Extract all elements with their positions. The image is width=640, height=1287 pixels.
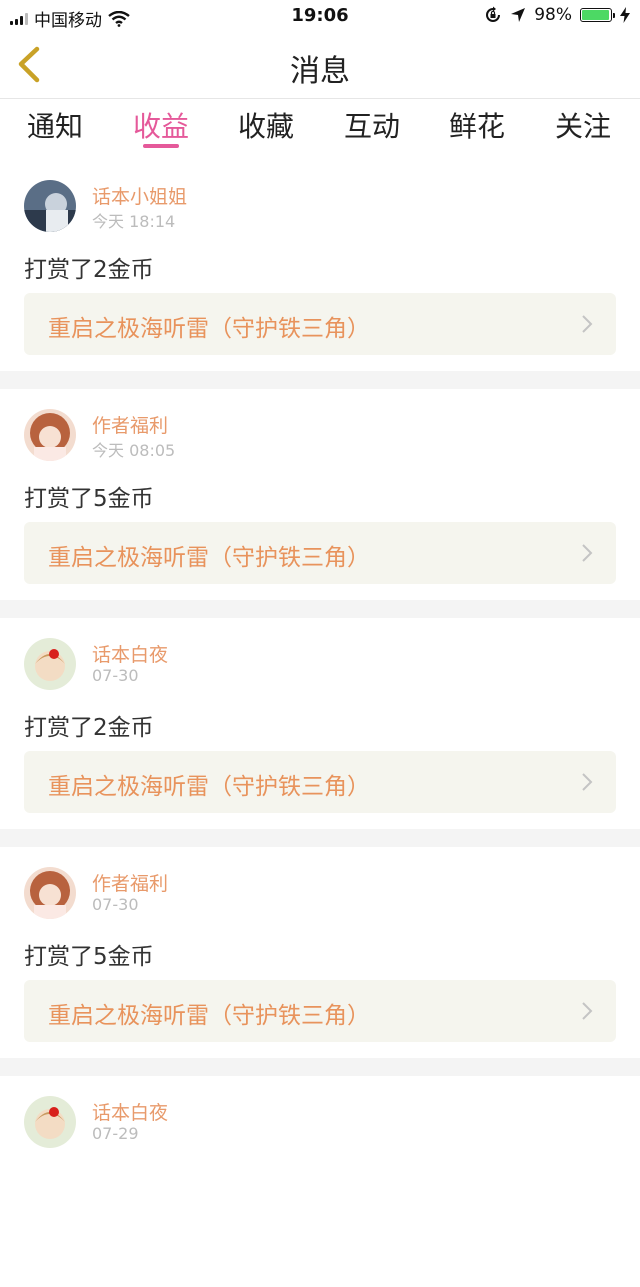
avatar[interactable] (24, 1096, 76, 1148)
message-text: 打赏了2金币 (24, 257, 154, 283)
message-text: 打赏了5金币 (24, 486, 154, 512)
location-icon (511, 8, 526, 22)
tab-bar: 通知 收益 收藏 互动 鲜花 关注 (0, 99, 640, 157)
avatar[interactable] (24, 867, 76, 919)
book-link-title: 重启之极海听雷（守护铁三角） (48, 1003, 370, 1029)
tab-interactions[interactable]: 互动 (344, 105, 400, 145)
sender-name[interactable]: 话本白夜 (92, 640, 168, 667)
book-link-title: 重启之极海听雷（守护铁三角） (48, 545, 370, 571)
book-link[interactable]: 重启之极海听雷（守护铁三角） (24, 751, 616, 813)
charging-icon (620, 7, 630, 23)
book-link-title: 重启之极海听雷（守护铁三角） (48, 316, 370, 342)
message-time: 今天 08:05 (92, 441, 176, 460)
status-right: 98% (484, 5, 630, 25)
message-time: 07-30 (92, 895, 139, 914)
message-item: 话本小姐姐 今天 18:14 打赏了2金币 重启之极海听雷（守护铁三角） (0, 160, 640, 371)
message-item: 作者福利 今天 08:05 打赏了5金币 重启之极海听雷（守护铁三角） (0, 389, 640, 600)
chevron-right-icon (582, 544, 593, 562)
active-tab-indicator (143, 144, 179, 148)
message-text: 打赏了2金币 (24, 715, 154, 741)
divider (0, 600, 640, 618)
tab-notifications[interactable]: 通知 (27, 105, 83, 145)
tab-favorites[interactable]: 收藏 (238, 105, 294, 145)
page-title: 消息 (290, 54, 350, 89)
book-link[interactable]: 重启之极海听雷（守护铁三角） (24, 980, 616, 1042)
message-item: 话本白夜 07-30 打赏了2金币 重启之极海听雷（守护铁三角） (0, 618, 640, 829)
divider (0, 371, 640, 389)
tab-earnings[interactable]: 收益 (133, 105, 189, 145)
sender-name[interactable]: 作者福利 (92, 869, 168, 896)
avatar[interactable] (24, 409, 76, 461)
battery-icon (580, 8, 615, 22)
book-link[interactable]: 重启之极海听雷（守护铁三角） (24, 293, 616, 355)
tab-flowers[interactable]: 鲜花 (449, 105, 505, 145)
message-text: 打赏了5金币 (24, 944, 154, 970)
book-link[interactable]: 重启之极海听雷（守护铁三角） (24, 522, 616, 584)
sender-name[interactable]: 作者福利 (92, 411, 168, 438)
message-item: 作者福利 07-30 打赏了5金币 重启之极海听雷（守护铁三角） (0, 847, 640, 1058)
rotation-lock-icon (486, 6, 501, 22)
chevron-right-icon (582, 773, 593, 791)
divider (0, 829, 640, 847)
message-time: 今天 18:14 (92, 212, 176, 231)
message-list: 话本小姐姐 今天 18:14 打赏了2金币 重启之极海听雷（守护铁三角） 作者福… (0, 160, 640, 1287)
divider (0, 1058, 640, 1076)
sender-name[interactable]: 话本白夜 (92, 1098, 168, 1125)
message-time: 07-30 (92, 666, 139, 685)
battery-percent: 98% (534, 5, 572, 25)
chevron-right-icon (582, 315, 593, 333)
avatar[interactable] (24, 638, 76, 690)
avatar[interactable] (24, 180, 76, 232)
chevron-right-icon (582, 1002, 593, 1020)
message-time: 07-29 (92, 1124, 139, 1143)
sender-name[interactable]: 话本小姐姐 (92, 182, 187, 209)
message-item: 话本白夜 07-29 (0, 1076, 640, 1287)
tab-following[interactable]: 关注 (555, 105, 611, 145)
status-bar: 中国移动 19:06 98% (0, 0, 640, 32)
nav-bar: 消息 (0, 32, 640, 99)
book-link-title: 重启之极海听雷（守护铁三角） (48, 774, 370, 800)
